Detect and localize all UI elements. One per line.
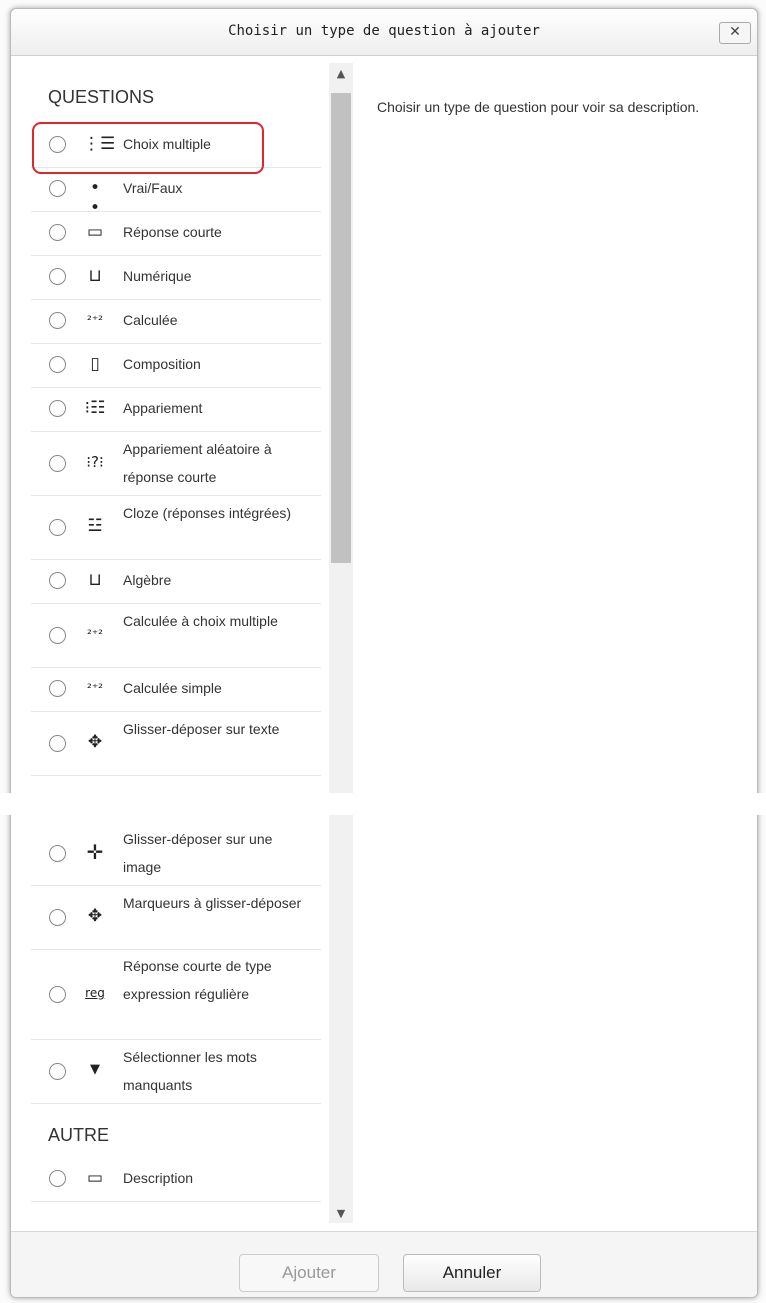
option-label: Composition — [123, 356, 201, 372]
add-button[interactable]: Ajouter — [239, 1254, 379, 1292]
option-label: Sélectionner les mots manquants — [123, 1049, 257, 1093]
radio-button[interactable] — [49, 1063, 66, 1080]
option-gapselect[interactable]: ▼ Sélectionner les mots manquants — [31, 1039, 321, 1104]
radio-button[interactable] — [49, 572, 66, 589]
dialog-footer: Ajouter Annuler — [11, 1231, 757, 1297]
scroll-up-icon[interactable]: ▲ — [329, 67, 353, 80]
description-text: Choisir un type de question pour voir sa… — [377, 99, 700, 115]
option-ddwtos[interactable]: ✥ Glisser-déposer sur texte — [31, 711, 321, 776]
cancel-button[interactable]: Annuler — [403, 1254, 541, 1292]
ddimageortext-icon: ✛ — [86, 840, 104, 864]
radio-button[interactable] — [49, 356, 66, 373]
dialog-titlebar: Choisir un type de question à ajouter ✕ — [11, 9, 757, 56]
option-label: Appariement — [123, 400, 203, 416]
option-label: Calculée — [123, 312, 178, 328]
ddmarker-icon: ✥ — [87, 906, 103, 926]
option-match[interactable]: ⁝☷ Appariement — [31, 387, 321, 432]
randomsamatch-icon: ⁝?⁝ — [86, 453, 104, 471]
option-label: Réponse courte — [123, 224, 222, 240]
option-label: Calculée simple — [123, 680, 222, 696]
option-essay[interactable]: ▯ Composition — [31, 343, 321, 388]
description-pane: Choisir un type de question pour voir sa… — [355, 63, 755, 1223]
gapselect-icon: ▼ — [90, 1062, 100, 1077]
option-label: Description — [123, 1170, 194, 1186]
scroll-down-icon[interactable]: ▼ — [329, 1207, 353, 1220]
shortanswer-icon: ▭ — [86, 222, 104, 242]
calculatedmulti-icon: ²⁺² — [87, 627, 103, 641]
list-scrollbar[interactable]: ▲ ▼ — [329, 63, 353, 1223]
radio-button[interactable] — [49, 455, 66, 472]
section-header-other: AUTRE — [48, 1125, 110, 1145]
radio-button[interactable] — [49, 268, 66, 285]
option-calculated[interactable]: ²⁺² Calculée — [31, 299, 321, 344]
close-button[interactable]: ✕ — [719, 22, 751, 44]
radio-button[interactable] — [49, 1170, 66, 1187]
option-label: Marqueurs à glisser-déposer — [123, 895, 302, 911]
option-label: Vrai/Faux — [123, 180, 183, 196]
option-algebra[interactable]: ⊔ Algèbre — [31, 559, 321, 604]
numerical-icon: ⊔ — [88, 266, 102, 286]
essay-icon: ▯ — [90, 354, 100, 374]
calculated-icon: ²⁺² — [87, 313, 103, 327]
option-calculatedmulti[interactable]: ²⁺² Calculée à choix multiple — [31, 603, 321, 668]
option-shortanswer[interactable]: ▭ Réponse courte — [31, 211, 321, 256]
section-header-questions: QUESTIONS — [48, 87, 155, 107]
radio-button[interactable] — [49, 680, 66, 697]
radio-button[interactable] — [49, 224, 66, 241]
screenshot-stitch-gap — [0, 793, 766, 815]
radio-button[interactable] — [49, 627, 66, 644]
dialog-title: Choisir un type de question à ajouter — [228, 23, 540, 39]
multianswer-icon: ☳ — [87, 516, 103, 536]
option-numerical[interactable]: ⊔ Numérique — [31, 255, 321, 300]
option-label: Réponse courte de type expression réguli… — [123, 958, 272, 1002]
radio-button[interactable] — [49, 519, 66, 536]
radio-button[interactable] — [49, 909, 66, 926]
option-label: Algèbre — [123, 572, 172, 588]
scroll-thumb[interactable] — [331, 93, 351, 563]
radio-button[interactable] — [49, 845, 66, 862]
option-description[interactable]: ▭ Description — [31, 1157, 321, 1202]
radio-button[interactable] — [49, 986, 66, 1003]
option-label: Numérique — [123, 268, 192, 284]
option-label: Glisser-déposer sur texte — [123, 721, 280, 737]
selection-highlight — [32, 122, 264, 174]
option-label: Glisser-déposer sur une image — [123, 831, 273, 875]
radio-button[interactable] — [49, 312, 66, 329]
radio-button[interactable] — [49, 180, 66, 197]
option-label: Calculée à choix multiple — [123, 613, 278, 629]
option-ddmarker[interactable]: ✥ Marqueurs à glisser-déposer — [31, 885, 321, 950]
option-label: Cloze (réponses intégrées) — [123, 505, 292, 521]
description-icon: ▭ — [86, 1168, 104, 1188]
question-type-dialog: Choisir un type de question à ajouter ✕ … — [10, 8, 758, 1298]
algebra-icon: ⊔ — [88, 570, 102, 590]
radio-button[interactable] — [49, 735, 66, 752]
option-label: Appariement aléatoire à réponse courte — [123, 441, 272, 485]
option-ddimageortext[interactable]: ✛ Glisser-déposer sur une image — [31, 821, 321, 886]
option-randomsamatch[interactable]: ⁝?⁝ Appariement aléatoire à réponse cour… — [31, 431, 321, 496]
option-calculatedsimple[interactable]: ²⁺² Calculée simple — [31, 667, 321, 712]
question-type-list: QUESTIONS ⋮☰ Choix multiple • • Vrai/Fau… — [31, 69, 321, 1229]
option-multianswer[interactable]: ☳ Cloze (réponses intégrées) — [31, 495, 321, 560]
calculatedsimple-icon: ²⁺² — [87, 681, 103, 695]
radio-button[interactable] — [49, 400, 66, 417]
ddwtos-icon: ✥ — [87, 732, 103, 752]
match-icon: ⁝☷ — [84, 398, 106, 418]
option-regexp[interactable]: reg Réponse courte de type expression ré… — [31, 949, 321, 1040]
regexp-icon: reg — [85, 986, 105, 1000]
